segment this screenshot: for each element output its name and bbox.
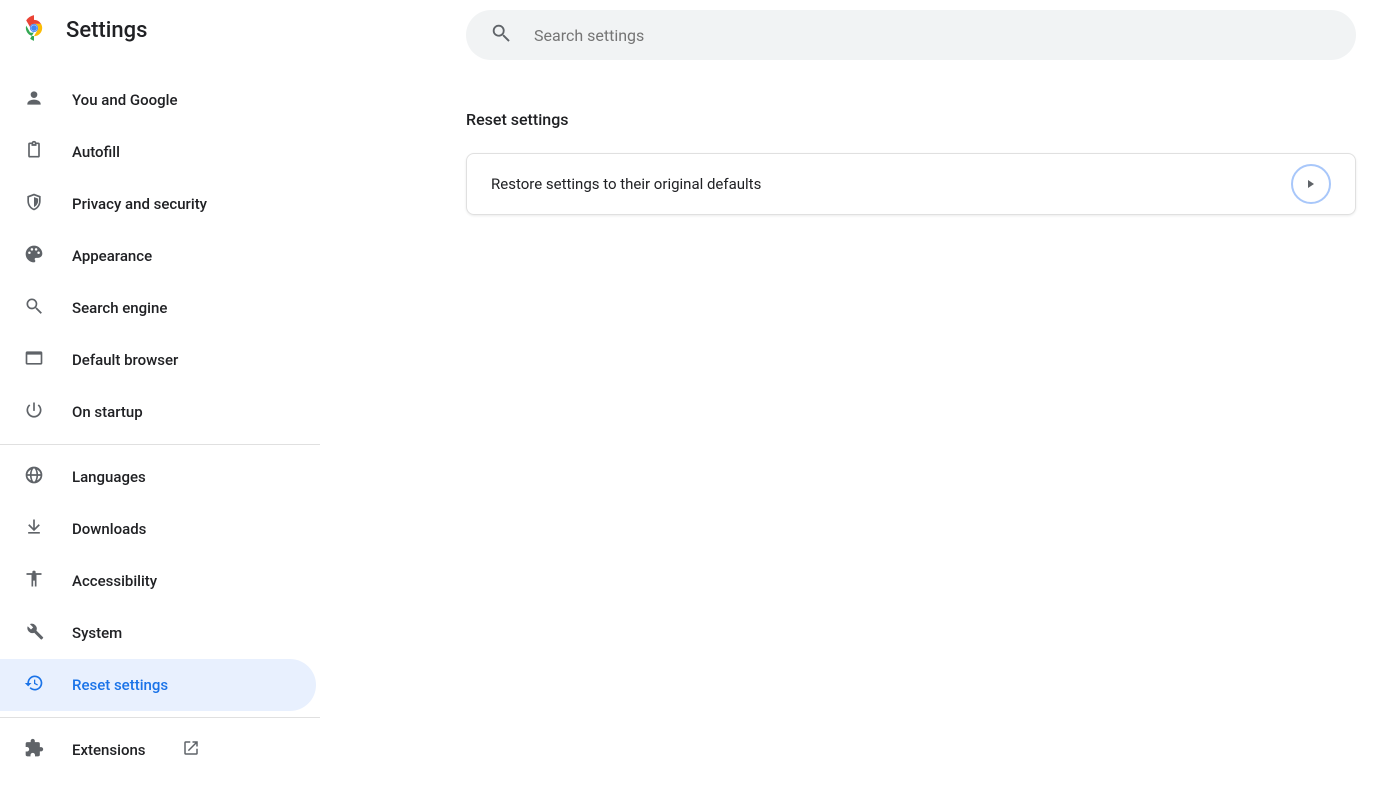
restore-defaults-label: Restore settings to their original defau…: [491, 175, 761, 193]
sidebar-item-label: Search engine: [72, 299, 167, 317]
wrench-icon: [24, 621, 44, 645]
chrome-logo-icon: [20, 14, 48, 46]
sidebar-item-autofill[interactable]: Autofill: [0, 126, 320, 178]
section-title: Reset settings: [466, 110, 1356, 129]
accessibility-icon: [24, 569, 44, 593]
open-in-new-icon: [174, 739, 200, 761]
sidebar-item-label: Reset settings: [72, 676, 168, 694]
sidebar-item-reset-settings[interactable]: Reset settings: [0, 659, 316, 711]
browser-icon: [24, 348, 44, 372]
search-icon: [24, 296, 44, 320]
sidebar-item-appearance[interactable]: Appearance: [0, 230, 320, 282]
sidebar-item-label: Privacy and security: [72, 195, 207, 213]
settings-card: Restore settings to their original defau…: [466, 153, 1356, 215]
nav-divider: [0, 444, 320, 445]
sidebar-item-accessibility[interactable]: Accessibility: [0, 555, 320, 607]
clipboard-icon: [24, 140, 44, 164]
reset-icon: [24, 673, 44, 697]
person-icon: [24, 88, 44, 112]
arrow-right-icon[interactable]: [1291, 164, 1331, 204]
power-icon: [24, 400, 44, 424]
sidebar-item-label: Extensions: [72, 741, 146, 759]
sidebar-item-label: Default browser: [72, 351, 178, 369]
sidebar-item-label: Appearance: [72, 247, 152, 265]
globe-icon: [24, 465, 44, 489]
sidebar-item-privacy-and-security[interactable]: Privacy and security: [0, 178, 320, 230]
sidebar-item-label: Languages: [72, 468, 146, 486]
nav-list: You and Google Autofill Privacy and securi…: [0, 74, 320, 776]
sidebar-item-on-startup[interactable]: On startup: [0, 386, 320, 438]
search-icon: [490, 22, 512, 48]
main-content: Reset settings Restore settings to their…: [320, 0, 1400, 805]
sidebar-item-languages[interactable]: Languages: [0, 451, 320, 503]
restore-defaults-row[interactable]: Restore settings to their original defau…: [491, 154, 1331, 214]
sidebar-item-you-and-google[interactable]: You and Google: [0, 74, 320, 126]
sidebar: Settings You and Google Autofill Privacy a…: [0, 0, 320, 805]
sidebar-item-extensions[interactable]: Extensions: [0, 724, 320, 776]
sidebar-item-label: On startup: [72, 403, 143, 421]
shield-icon: [24, 192, 44, 216]
download-icon: [24, 517, 44, 541]
header: Settings: [0, 14, 320, 74]
sidebar-item-label: Accessibility: [72, 572, 157, 590]
palette-icon: [24, 244, 44, 268]
page-title: Settings: [66, 18, 147, 43]
sidebar-item-label: System: [72, 624, 122, 642]
sidebar-item-downloads[interactable]: Downloads: [0, 503, 320, 555]
search-bar[interactable]: [466, 10, 1356, 60]
search-input[interactable]: [534, 26, 1332, 45]
sidebar-item-label: Downloads: [72, 520, 146, 538]
sidebar-item-search-engine[interactable]: Search engine: [0, 282, 320, 334]
nav-divider: [0, 717, 320, 718]
sidebar-item-system[interactable]: System: [0, 607, 320, 659]
extension-icon: [24, 738, 44, 762]
sidebar-item-label: You and Google: [72, 91, 177, 109]
sidebar-item-label: Autofill: [72, 143, 120, 161]
sidebar-item-default-browser[interactable]: Default browser: [0, 334, 320, 386]
